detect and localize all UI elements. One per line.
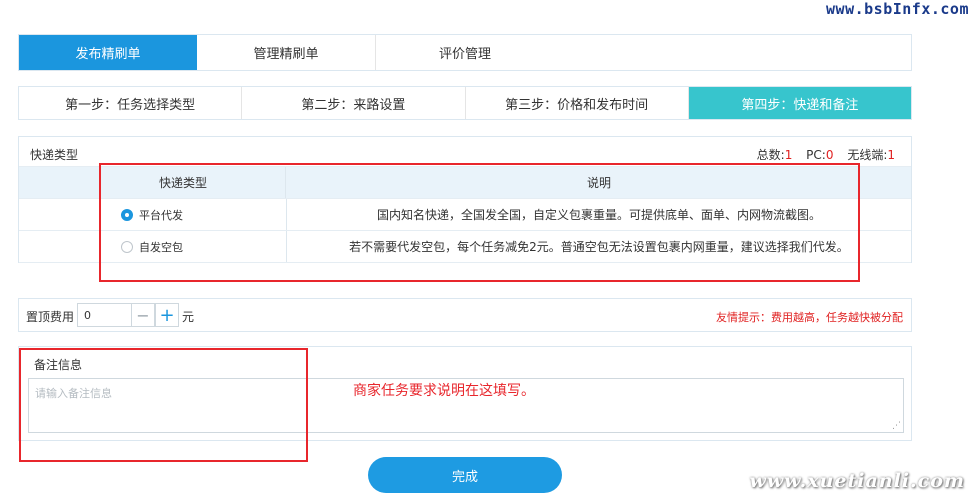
table-row[interactable]: 自发空包 若不需要代发空包，每个任务减免2元。普通空包无法设置包裹内网重量，建议… — [19, 231, 911, 263]
stat-wireless-label: 无线端: — [847, 148, 888, 162]
step-1[interactable]: 第一步：任务选择类型 — [19, 87, 243, 119]
watermark-top: www.bsbInfx.com — [826, 0, 969, 18]
radio-platform-wrap[interactable]: 平台代发 — [101, 207, 183, 223]
express-panel-header: 快递类型 总数:1 PC:0 无线端:1 — [19, 137, 911, 167]
top-tab-bar: 发布精刷单 管理精刷单 评价管理 — [18, 34, 912, 71]
resize-grip-icon[interactable]: ⋰ — [892, 422, 901, 431]
step-4[interactable]: 第四步：快递和备注 — [688, 87, 911, 119]
radio-self-label[interactable]: 自发空包 — [139, 239, 183, 255]
remark-title: 备注信息 — [34, 358, 83, 372]
table-header-row: 快递类型 说明 — [19, 167, 911, 199]
type-cell: 自发空包 — [101, 231, 287, 262]
express-table: 快递类型 说明 平台代发 国内知名快递，全国发全国，自定义包裹重量。可提供底单、… — [19, 167, 911, 263]
desc-cell: 国内知名快递，全国发全国，自定义包裹重量。可提供底单、面单、内网物流截图。 — [287, 199, 911, 230]
radio-platform-delivery[interactable] — [121, 208, 133, 221]
annotation-note: 商家任务要求说明在这填写。 — [353, 383, 535, 399]
finish-button[interactable]: 完成 — [368, 457, 562, 493]
desc-self-empty-package: 若不需要代发空包，每个任务减免2元。普通空包无法设置包裹内网重量，建议选择我们代… — [349, 240, 849, 254]
column-header-type: 快递类型 — [101, 167, 286, 198]
stat-pc-label: PC: — [806, 148, 826, 162]
radio-self-empty-package[interactable] — [121, 240, 133, 253]
desc-platform-delivery: 国内知名快递，全国发全国，自定义包裹重量。可提供底单、面单、内网物流截图。 — [376, 208, 821, 222]
fee-increment-button[interactable]: + — [155, 303, 179, 327]
stat-total-value: 1 — [784, 148, 793, 162]
table-row[interactable]: 平台代发 国内知名快递，全国发全国，自定义包裹重量。可提供底单、面单、内网物流截… — [19, 199, 911, 231]
express-panel: 快递类型 总数:1 PC:0 无线端:1 快递类型 说明 平台代发 国内知名快递… — [18, 136, 912, 263]
stat-wireless-value: 1 — [887, 148, 895, 162]
tab-review[interactable]: 评价管理 — [376, 35, 554, 70]
desc-cell: 若不需要代发空包，每个任务减免2元。普通空包无法设置包裹内网重量，建议选择我们代… — [287, 231, 911, 262]
type-cell: 平台代发 — [101, 199, 287, 230]
fee-decrement-button[interactable]: − — [131, 303, 155, 327]
tab-manage[interactable]: 管理精刷单 — [197, 35, 376, 70]
column-header-desc: 说明 — [586, 176, 611, 190]
top-fee-panel: 置顶费用 − + 元 友情提示：费用越高，任务越快被分配 — [18, 298, 912, 332]
fee-input[interactable] — [77, 303, 131, 327]
express-panel-title: 快递类型 — [30, 148, 79, 162]
step-2[interactable]: 第二步：来路设置 — [242, 87, 466, 119]
fee-label: 置顶费用 — [26, 310, 75, 324]
radio-platform-label[interactable]: 平台代发 — [139, 207, 183, 223]
stat-pc-value: 0 — [825, 148, 834, 162]
fee-tip: 友情提示：费用越高，任务越快被分配 — [716, 311, 903, 324]
watermark-bottom: www.xuetianli.com — [749, 470, 965, 492]
stat-total-label: 总数: — [756, 148, 785, 162]
step-3[interactable]: 第三步：价格和发布时间 — [466, 87, 689, 119]
fee-unit: 元 — [182, 310, 195, 324]
step-bar: 第一步：任务选择类型 第二步：来路设置 第三步：价格和发布时间 第四步：快递和备… — [18, 86, 912, 120]
tab-publish[interactable]: 发布精刷单 — [19, 35, 197, 70]
radio-self-wrap[interactable]: 自发空包 — [101, 239, 183, 255]
express-stats: 总数:1 PC:0 无线端:1 — [757, 146, 895, 163]
